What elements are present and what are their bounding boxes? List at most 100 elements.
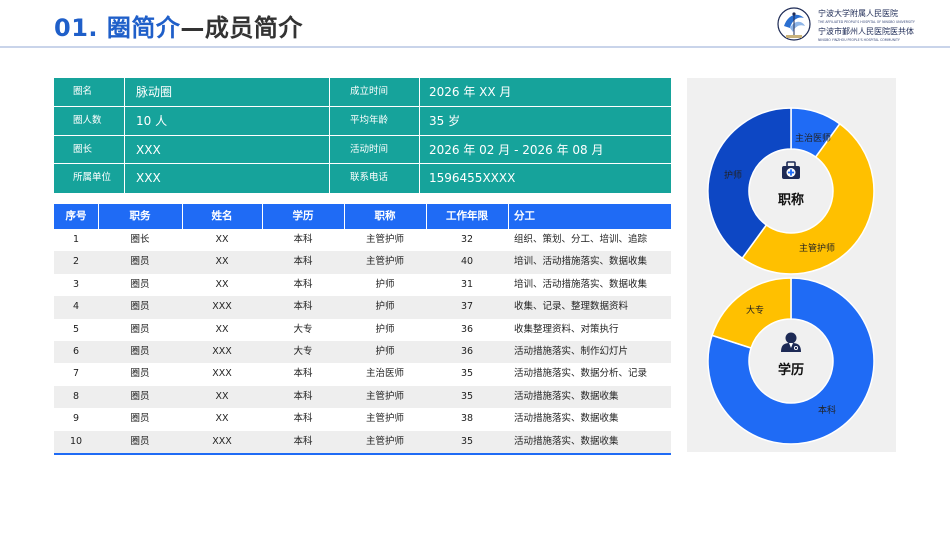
doctor-icon	[781, 332, 801, 352]
info-value: 2026 年 XX 月	[429, 85, 512, 99]
table-cell: 6	[72, 345, 80, 357]
column-header: 职务	[129, 210, 151, 222]
members-table-bottom-rule	[54, 452, 671, 455]
table-cell: XXX	[212, 345, 232, 357]
logo-line-2: 宁波市鄞州人民医院医共体	[818, 27, 914, 36]
table-cell: XX	[215, 256, 229, 268]
table-cell: 圈长	[130, 234, 150, 245]
info-value: 35 岁	[429, 113, 461, 128]
table-cell: 圈员	[130, 435, 150, 447]
info-value: 2026 年 02 月 - 2026 年 08 月	[429, 142, 604, 157]
table-cell: 本科	[293, 368, 313, 380]
table-cell: XX	[215, 323, 229, 335]
table-cell: 圈员	[130, 368, 150, 380]
table-cell: XX	[215, 413, 229, 425]
info-value: 10 人	[136, 113, 168, 128]
charts-panel: 主治医师 主管护师 护师 职称 本科 大专 学历	[687, 78, 896, 452]
column-header: 工作年限	[446, 210, 488, 222]
table-cell: 圈员	[130, 323, 150, 335]
table-cell: 本科	[293, 301, 313, 313]
header-divider	[98, 204, 99, 229]
title-sub: —成员简介	[180, 14, 303, 42]
members-table-header: 序号 职务 姓名 学历 职称 工作年限 分工	[54, 204, 671, 229]
table-cell: 5	[72, 323, 80, 335]
table-cell: 32	[460, 234, 474, 245]
info-label: 平均年龄	[350, 114, 389, 126]
table-cell: 本科	[293, 413, 313, 425]
table-cell: XXX	[212, 301, 232, 313]
table-row: 5 圈员 XX 大专 护师 36 收集整理资料、对策执行	[54, 318, 671, 341]
medical-kit-icon	[782, 161, 800, 179]
table-cell: 2	[72, 256, 80, 268]
slice-label: 大专	[746, 304, 764, 316]
table-cell: XX	[215, 234, 229, 245]
table-cell: 培训、活动措施落实、数据收集	[514, 278, 648, 290]
slice-label: 护师	[724, 169, 742, 181]
info-value: XXX	[136, 171, 161, 186]
table-cell: 圈员	[130, 301, 150, 313]
table-cell: 圈员	[130, 256, 150, 268]
logo-line-1-en: THE AFFILIATED PEOPLE'S HOSPITAL OF NING…	[818, 20, 915, 24]
info-label: 联系电话	[350, 172, 389, 184]
table-cell: 40	[460, 256, 474, 268]
table-cell: 主管护师	[365, 234, 404, 245]
donut-center-title: 职称	[778, 192, 804, 208]
title-main: 圈简介	[106, 14, 181, 42]
table-row: 6 圈员 XXX 大专 护师 36 活动措施落实、制作幻灯片	[54, 340, 671, 364]
logo-line-2-en: NINGBO YINZHOU PEOPLE'S HOSPITAL COMMUNI…	[818, 38, 900, 42]
info-row: 圈名 脉动圈 成立时间 2026 年 XX 月	[54, 78, 671, 107]
table-cell: 36	[460, 345, 474, 357]
page-title: 01. 圈简介—成员简介	[54, 8, 303, 43]
table-cell: 10	[69, 435, 83, 447]
table-cell: 7	[72, 368, 80, 380]
table-cell: 本科	[293, 435, 313, 447]
circle-info-table: 圈名 脉动圈 成立时间 2026 年 XX 月 圈人数 10 人 平均年龄 35…	[54, 78, 671, 193]
table-cell: 本科	[293, 234, 313, 245]
info-row: 圈长 XXX 活动时间 2026 年 02 月 - 2026 年 08 月	[54, 136, 671, 165]
table-cell: 活动措施落实、制作幻灯片	[514, 345, 629, 357]
members-table: 序号 职务 姓名 学历 职称 工作年限 分工 1 圈长 XX 本科 主管护师 32 组织、策划、分工、培…	[54, 204, 671, 455]
table-cell: 活动措施落实、数据收集	[514, 390, 619, 402]
table-cell: 圈员	[130, 390, 150, 402]
table-cell: 大专	[293, 345, 313, 357]
table-cell: 收集整理资料、对策执行	[514, 323, 619, 335]
slice-label: 主管护师	[799, 242, 835, 254]
header-divider	[344, 204, 345, 229]
column-header: 分工	[514, 210, 535, 222]
table-cell: 8	[72, 390, 80, 402]
hospital-logo: 宁波大学附属人民医院 THE AFFILIATED PEOPLE'S HOSPI…	[776, 6, 946, 44]
info-label: 活动时间	[350, 143, 389, 155]
column-header: 姓名	[211, 210, 233, 222]
table-cell: 大专	[293, 323, 313, 335]
table-cell: XX	[215, 390, 229, 402]
info-value: 1596455XXXX	[429, 171, 516, 186]
table-cell: 主管护师	[365, 435, 404, 447]
donut-center-title: 学历	[778, 362, 804, 378]
table-cell: 主治医师	[365, 368, 404, 380]
hospital-seal-icon	[777, 7, 811, 41]
column-header: 序号	[65, 210, 87, 222]
info-value: 脉动圈	[136, 85, 173, 99]
column-header: 职称	[374, 210, 396, 222]
table-cell: 护师	[375, 345, 395, 357]
info-label: 圈长	[73, 143, 93, 155]
table-row: 1 圈长 XX 本科 主管护师 32 组织、策划、分工、培训、追踪	[54, 229, 671, 252]
slice-label: 主治医师	[795, 132, 831, 144]
table-cell: 35	[460, 368, 474, 380]
table-row: 8 圈员 XX 本科 主管护师 35 活动措施落实、数据收集	[54, 385, 671, 409]
charts-svg: 主治医师主管护师 护师职称本科 大专学历	[707, 107, 875, 445]
table-row: 4 圈员 XXX 本科 护师 37 收集、记录、整理数据资料	[54, 296, 671, 319]
table-cell: 主管护师	[365, 390, 404, 402]
table-cell: XXX	[212, 368, 232, 380]
table-cell: 护师	[375, 278, 395, 290]
table-cell: XXX	[212, 435, 232, 447]
table-row: 2 圈员 XX 本科 主管护师 40 培训、活动措施落实、数据收集	[54, 251, 671, 274]
table-cell: 4	[72, 301, 80, 313]
header-divider	[508, 204, 509, 229]
table-cell: 38	[460, 413, 474, 425]
table-cell: 3	[72, 278, 80, 290]
table-cell: 36	[460, 323, 474, 335]
table-row: 7 圈员 XXX 本科 主治医师 35 活动措施落实、数据分析、记录	[54, 363, 671, 386]
table-cell: 35	[460, 390, 474, 402]
header-divider	[426, 204, 427, 229]
